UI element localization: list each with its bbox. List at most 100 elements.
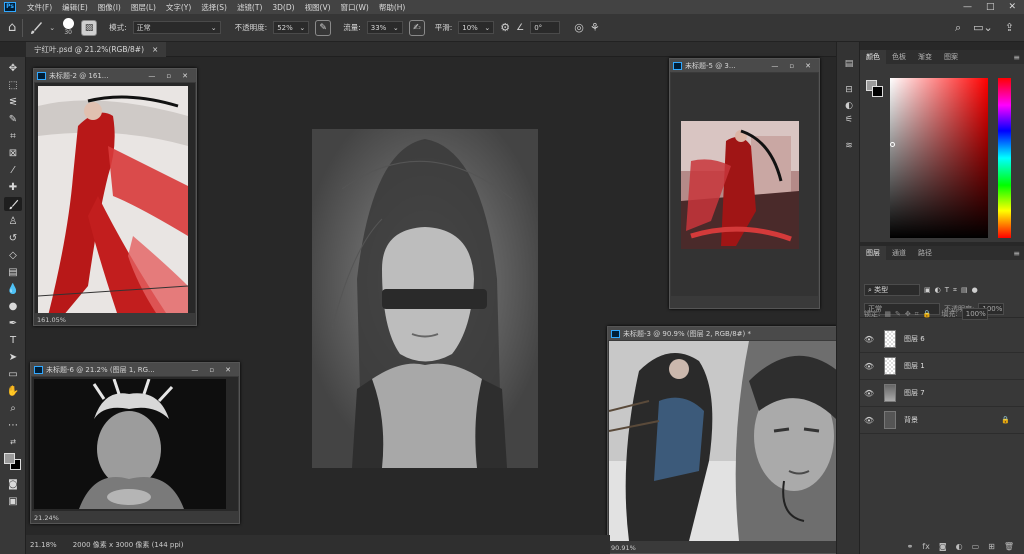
minimize-button[interactable]: —	[963, 2, 972, 12]
lock-pixels-icon[interactable]: ✎	[895, 310, 901, 318]
document-window-6[interactable]: 未标题-6 @ 21.2% (图层 1, RG... — ▫ ✕ 21.24%	[30, 362, 240, 524]
type-tool-icon[interactable]: T	[4, 333, 22, 347]
lasso-tool-icon[interactable]: ᓬ	[4, 95, 22, 109]
menu-help[interactable]: 帮助(H)	[374, 2, 411, 13]
window-title-bar[interactable]: 未标题-6 @ 21.2% (图层 1, RG... — ▫ ✕	[31, 363, 239, 376]
flow-input[interactable]: 33% ⌄	[366, 21, 403, 34]
eyedropper-tool-icon[interactable]: ⁄	[4, 163, 22, 177]
mode-select[interactable]: 正常 ⌄	[132, 21, 221, 34]
more-tools-icon[interactable]: ⋯	[4, 418, 22, 432]
main-document-canvas[interactable]	[312, 129, 538, 468]
airbrush-icon[interactable]: ✍	[408, 19, 425, 36]
brush-preset-picker[interactable]: 30	[61, 17, 75, 38]
layer-style-icon[interactable]: fx	[922, 542, 930, 551]
brush-tool-icon[interactable]	[29, 21, 43, 35]
tab-patterns[interactable]: 图案	[938, 50, 964, 64]
eraser-tool-icon[interactable]: ◇	[4, 248, 22, 262]
pressure-size-icon[interactable]: ◎	[574, 21, 584, 34]
workspace-icon[interactable]: ▭⌄	[973, 21, 993, 34]
adjustments-panel-icon[interactable]: ◐	[842, 100, 856, 112]
status-doc-info[interactable]: 2000 像素 x 3000 像素 (144 ppi)	[73, 540, 184, 550]
quick-mask-icon[interactable]: ◙	[4, 477, 22, 491]
path-select-tool-icon[interactable]: ➤	[4, 350, 22, 364]
menu-type[interactable]: 文字(Y)	[161, 2, 196, 13]
frame-tool-icon[interactable]: ⊠	[4, 146, 22, 160]
angle-input[interactable]: 0°	[530, 21, 561, 34]
chevron-down-icon[interactable]: ⌄	[49, 24, 55, 32]
hand-tool-icon[interactable]: ✋	[4, 384, 22, 398]
background-color-swatch[interactable]	[872, 86, 883, 97]
share-icon[interactable]: ⇪	[1005, 21, 1014, 34]
menu-layer[interactable]: 图层(L)	[126, 2, 161, 13]
document-tab[interactable]: 宁红叶.psd @ 21.2%(RGB/8#) ×	[26, 42, 167, 57]
document-window-2[interactable]: 未标题-2 @ 161... — ▫ ✕ 161.05%	[33, 68, 197, 326]
link-layers-icon[interactable]: ⚭	[907, 542, 914, 551]
filter-shape-icon[interactable]: ⌗	[953, 286, 957, 295]
layer-name[interactable]: 图层 1	[904, 361, 925, 371]
maximize-button[interactable]: ▫	[209, 366, 214, 374]
search-icon[interactable]: ⌕	[955, 21, 961, 35]
history-brush-tool-icon[interactable]: ↺	[4, 231, 22, 245]
close-button[interactable]: ✕	[805, 62, 811, 70]
clone-stamp-tool-icon[interactable]: ♙	[4, 214, 22, 228]
filter-toggle-icon[interactable]: ●	[972, 286, 978, 294]
menu-select[interactable]: 选择(S)	[196, 2, 232, 13]
maximize-button[interactable]: ▫	[166, 72, 171, 80]
menu-file[interactable]: 文件(F)	[22, 2, 57, 13]
history-panel-icon[interactable]: ▤	[842, 58, 856, 70]
lock-artboard-icon[interactable]: ⌗	[915, 310, 919, 319]
menu-window[interactable]: 窗口(W)	[336, 2, 374, 13]
minimize-button[interactable]: —	[148, 72, 155, 80]
lock-transparency-icon[interactable]: ▦	[884, 310, 891, 318]
tab-channels[interactable]: 通道	[886, 246, 912, 260]
eye-icon[interactable]: 👁	[860, 389, 878, 398]
healing-brush-tool-icon[interactable]: ✚	[4, 180, 22, 194]
menu-view[interactable]: 视图(V)	[300, 2, 336, 13]
window-canvas[interactable]	[671, 73, 818, 296]
filter-pixel-icon[interactable]: ▣	[924, 286, 931, 294]
menu-3d[interactable]: 3D(D)	[267, 3, 299, 12]
move-tool-icon[interactable]: ✥	[4, 61, 22, 75]
eye-icon[interactable]: 👁	[860, 416, 878, 425]
window-title-bar[interactable]: 未标题-2 @ 161... — ▫ ✕	[34, 69, 196, 82]
lock-all-icon[interactable]: 🔒	[923, 310, 932, 318]
delete-layer-icon[interactable]: 🗑	[1004, 542, 1014, 551]
panel-menu-icon[interactable]: ≡	[1013, 249, 1024, 258]
status-zoom[interactable]: 21.18%	[30, 541, 57, 549]
close-button[interactable]: ✕	[1008, 2, 1016, 12]
color-picker-field[interactable]	[890, 78, 988, 238]
fill-input[interactable]: 100%	[961, 308, 988, 320]
new-layer-icon[interactable]: ⊞	[988, 542, 995, 551]
layer-name[interactable]: 背景	[904, 415, 918, 425]
brush-settings-icon[interactable]: ▨	[81, 19, 98, 36]
filter-smart-object-icon[interactable]: ▤	[961, 286, 968, 294]
smooth-input[interactable]: 10% ⌄	[458, 21, 495, 34]
opacity-input[interactable]: 52% ⌄	[273, 21, 310, 34]
dodge-tool-icon[interactable]: ●	[4, 299, 22, 313]
layer-row[interactable]: 👁 图层 1	[860, 353, 1024, 380]
window-title-bar[interactable]: 未标题-3 @ 90.9% (图层 2, RGB/8#) *	[608, 327, 837, 340]
panel-menu-icon[interactable]: ≡	[1013, 53, 1024, 62]
layer-row[interactable]: 👁 图层 6	[860, 326, 1024, 353]
screen-mode-icon[interactable]: ▣	[4, 494, 22, 508]
tab-color[interactable]: 颜色	[860, 50, 886, 64]
pressure-opacity-icon[interactable]: ✎	[315, 19, 332, 36]
eye-icon[interactable]: 👁	[860, 362, 878, 371]
lock-position-icon[interactable]: ✥	[905, 310, 911, 318]
adjustment-layer-icon[interactable]: ◐	[956, 542, 963, 551]
maximize-button[interactable]: □	[986, 2, 995, 12]
crop-tool-icon[interactable]: ⌗	[4, 129, 22, 143]
zoom-tool-icon[interactable]: ⌕	[4, 401, 22, 415]
tab-layers[interactable]: 图层	[860, 246, 886, 260]
quick-select-tool-icon[interactable]: ✎	[4, 112, 22, 126]
maximize-button[interactable]: ▫	[789, 62, 794, 70]
rectangle-tool-icon[interactable]: ▭	[4, 367, 22, 381]
tab-swatches[interactable]: 色板	[886, 50, 912, 64]
blur-tool-icon[interactable]: 💧	[4, 282, 22, 296]
menu-image[interactable]: 图像(I)	[93, 2, 126, 13]
window-title-bar[interactable]: 未标题-5 @ 3... — ▫ ✕	[670, 59, 819, 72]
home-icon[interactable]: ⌂	[8, 20, 16, 35]
marquee-tool-icon[interactable]: ⬚	[4, 78, 22, 92]
close-icon[interactable]: ×	[152, 45, 158, 54]
filter-type-icon[interactable]: T	[945, 286, 949, 294]
